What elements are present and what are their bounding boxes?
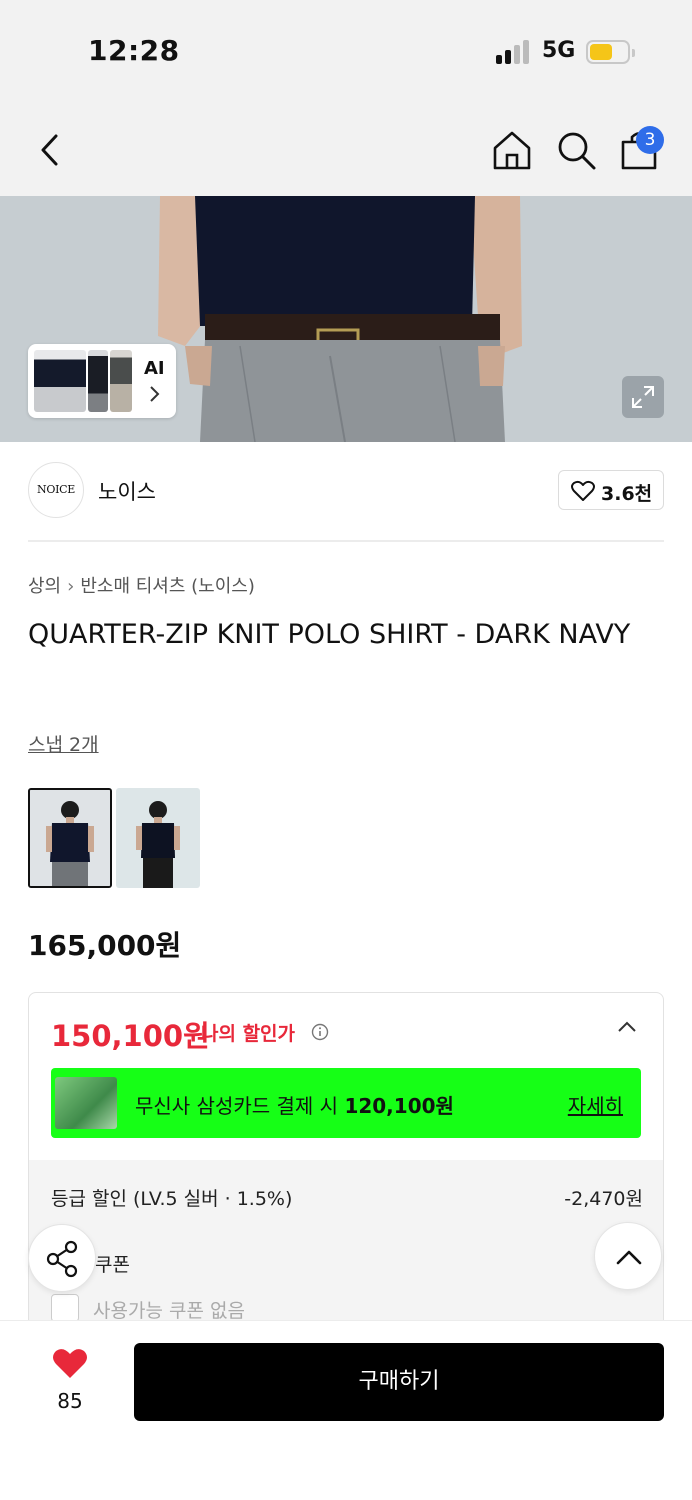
breadcrumb-category[interactable]: 상의 <box>28 576 61 597</box>
scroll-top-button[interactable] <box>594 1222 662 1290</box>
breadcrumb: 상의 › 반소매 티셔츠 (노이스) <box>28 572 255 598</box>
price-detail-box: 150,100원 나의 할인가 무신사 삼성카드 결제 시 120,100원 자… <box>28 992 664 1332</box>
coupon-checkbox[interactable] <box>51 1294 79 1322</box>
cart-badge: 3 <box>636 126 664 154</box>
wishlist-count: 85 <box>57 1389 83 1413</box>
card-offer-detail-link[interactable]: 자세히 <box>568 1090 623 1119</box>
discount-breakdown: 등급 할인 (LV.5 실버 · 1.5%) -2,470원 쿠폰 사용가능 쿠… <box>29 1160 663 1331</box>
snap-link[interactable]: 스냅 2개 <box>28 730 99 757</box>
chevron-up-icon[interactable] <box>615 1019 639 1035</box>
snap-photo-2 <box>116 788 200 888</box>
divider <box>28 540 664 542</box>
coupon-label: 쿠폰 <box>95 1254 130 1276</box>
ai-thumb-3 <box>110 350 132 412</box>
network-label: 5G <box>542 38 576 63</box>
tier-discount-label: 등급 할인 (LV.5 실버 · 1.5%) <box>51 1188 293 1210</box>
ai-thumb-1 <box>34 350 86 412</box>
heart-filled-icon[interactable] <box>52 1347 88 1379</box>
card-offer-prefix: 무신사 삼성카드 결제 시 <box>135 1094 345 1118</box>
search-icon[interactable] <box>554 128 598 172</box>
home-icon[interactable] <box>490 128 534 172</box>
product-title: QUARTER-ZIP KNIT POLO SHIRT - DARK NAVY <box>28 619 631 650</box>
brand-logo[interactable]: NOICE <box>28 462 84 518</box>
brand-name[interactable]: 노이스 <box>98 476 156 506</box>
ai-label: AI <box>144 358 165 379</box>
signal-icon <box>496 40 532 64</box>
status-bar: 12:28 5G <box>0 0 692 100</box>
credit-card-image <box>55 1077 117 1129</box>
buy-button[interactable]: 구매하기 <box>134 1343 664 1421</box>
my-discount-price-label: 나의 할인가 <box>201 1023 296 1045</box>
chevron-up-icon <box>616 1250 642 1265</box>
card-offer-price: 120,100원 <box>344 1094 454 1118</box>
ai-styling-card[interactable]: AI <box>28 344 176 418</box>
battery-icon <box>586 40 635 64</box>
tier-discount-value: -2,470원 <box>564 1188 643 1210</box>
chevron-right-icon <box>150 386 160 402</box>
coupon-none-text: 사용가능 쿠폰 없음 <box>93 1300 245 1322</box>
brand-like-button[interactable]: 3.6천 <box>558 470 664 510</box>
ai-thumb-2 <box>88 350 108 412</box>
card-offer-text: 무신사 삼성카드 결제 시 120,100원 <box>135 1090 454 1119</box>
expand-icon <box>632 386 654 408</box>
snap-thumbnail-1[interactable] <box>28 788 112 888</box>
info-icon[interactable] <box>311 1023 329 1041</box>
breadcrumb-subcategory[interactable]: 반소매 티셔츠 (노이스) <box>80 576 255 597</box>
brand-like-count: 3.6천 <box>601 483 653 505</box>
expand-image-button[interactable] <box>622 376 664 418</box>
heart-outline-icon <box>571 480 595 501</box>
original-price: 165,000원 <box>28 929 182 962</box>
bottom-action-bar: 85 구매하기 <box>0 1320 692 1500</box>
snap-photo-1 <box>30 790 110 886</box>
status-time: 12:28 <box>88 34 180 67</box>
snap-thumbnail-2[interactable] <box>116 788 200 888</box>
my-discount-price: 150,100원 <box>51 1019 210 1053</box>
share-button[interactable] <box>28 1224 96 1292</box>
back-icon[interactable] <box>28 128 72 172</box>
breadcrumb-separator-icon: › <box>67 576 75 597</box>
card-offer-banner[interactable]: 무신사 삼성카드 결제 시 120,100원 자세히 <box>51 1068 641 1138</box>
share-icon <box>46 1240 78 1278</box>
